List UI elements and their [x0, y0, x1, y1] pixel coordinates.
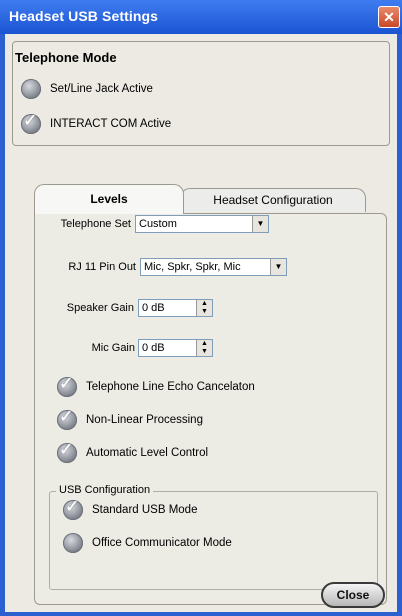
echo-cancellation-checkbox[interactable]: ✓ Telephone Line Echo Cancelaton: [57, 374, 255, 397]
office-communicator-mode-label: Office Communicator Mode: [92, 537, 232, 549]
mic-gain-label: Mic Gain: [91, 342, 135, 354]
non-linear-processing-label: Non-Linear Processing: [86, 414, 203, 426]
rj11-pinout-label: RJ 11 Pin Out: [68, 261, 136, 273]
mic-gain-value: 0 dB: [142, 342, 165, 354]
standard-usb-mode-radio[interactable]: ✓ Standard USB Mode: [63, 497, 198, 520]
dialog-window: Headset USB Settings ✕ Telephone Mode Se…: [0, 0, 402, 616]
telephone-set-dropdown[interactable]: Custom ▼: [135, 215, 269, 233]
speaker-gain-value: 0 dB: [142, 302, 165, 314]
rj11-pinout-dropdown[interactable]: Mic, Spkr, Spkr, Mic ▼: [140, 258, 287, 276]
chevron-down-icon[interactable]: ▼: [252, 216, 268, 232]
chevron-down-icon[interactable]: ▼: [270, 259, 286, 275]
tab-levels[interactable]: Levels: [34, 184, 184, 214]
standard-usb-mode-label: Standard USB Mode: [92, 504, 198, 516]
check-icon: ✓: [23, 111, 38, 130]
spinner-icon[interactable]: ▲ ▼: [196, 340, 212, 356]
radio-bubble-icon: [21, 79, 41, 99]
echo-cancellation-label: Telephone Line Echo Cancelaton: [86, 381, 255, 393]
non-linear-processing-checkbox[interactable]: ✓ Non-Linear Processing: [57, 407, 203, 430]
office-communicator-mode-radio[interactable]: Office Communicator Mode: [63, 533, 232, 553]
window-title: Headset USB Settings: [9, 8, 159, 24]
automatic-level-control-label: Automatic Level Control: [86, 447, 209, 459]
set-line-jack-radio[interactable]: Set/Line Jack Active: [21, 79, 153, 99]
rj11-pinout-value: Mic, Spkr, Spkr, Mic: [144, 261, 241, 273]
window-close-button[interactable]: ✕: [378, 6, 400, 28]
radio-bubble-icon: ✓: [57, 374, 77, 397]
check-icon: ✓: [59, 407, 74, 426]
dialog-client-area: Telephone Mode Set/Line Jack Active ✓ IN…: [5, 34, 397, 612]
check-icon: ✓: [59, 374, 74, 393]
radio-bubble-icon: ✓: [63, 497, 83, 520]
check-icon: ✓: [59, 440, 74, 459]
title-bar[interactable]: Headset USB Settings ✕: [0, 0, 402, 34]
speaker-gain-label: Speaker Gain: [66, 302, 134, 314]
telephone-set-label: Telephone Set: [60, 218, 131, 230]
interact-com-label: INTERACT COM Active: [50, 118, 172, 130]
usb-configuration-title: USB Configuration: [56, 484, 154, 496]
radio-bubble-icon: ✓: [57, 407, 77, 430]
speaker-gain-stepper[interactable]: 0 dB ▲ ▼: [138, 299, 213, 317]
mic-gain-stepper[interactable]: 0 dB ▲ ▼: [138, 339, 213, 357]
radio-bubble-icon: [63, 533, 83, 553]
interact-com-radio[interactable]: ✓ INTERACT COM Active: [21, 111, 172, 134]
check-icon: ✓: [65, 497, 80, 516]
tab-headset-configuration[interactable]: Headset Configuration: [180, 188, 366, 212]
set-line-jack-label: Set/Line Jack Active: [50, 83, 153, 95]
radio-bubble-icon: ✓: [21, 111, 41, 134]
automatic-level-control-checkbox[interactable]: ✓ Automatic Level Control: [57, 440, 209, 463]
telephone-mode-title: Telephone Mode: [15, 50, 117, 65]
radio-bubble-icon: ✓: [57, 440, 77, 463]
telephone-set-value: Custom: [139, 218, 177, 230]
spinner-icon[interactable]: ▲ ▼: [196, 300, 212, 316]
close-button[interactable]: Close: [321, 582, 385, 608]
